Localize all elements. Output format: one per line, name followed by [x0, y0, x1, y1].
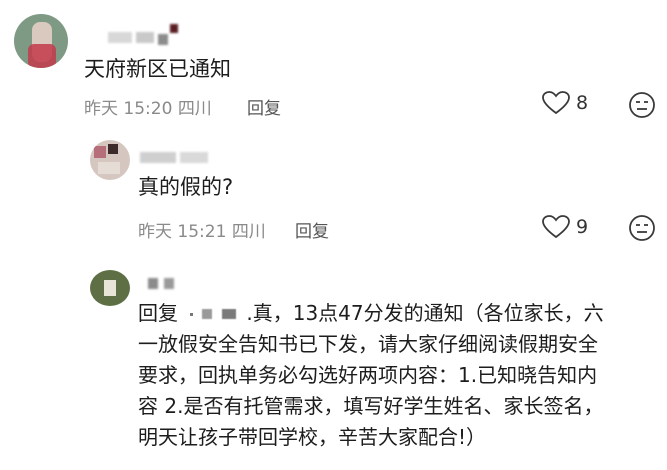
reply-line-4: 明天让孩子带回学校，辛苦大家配合!）: [138, 425, 487, 449]
comment-text: 天府新区已通知: [84, 57, 231, 81]
comment-text: 真的假的?: [138, 175, 234, 199]
neutral-face-icon: [629, 215, 655, 241]
comment-location: 四川: [231, 222, 266, 242]
avatar[interactable]: [14, 14, 68, 68]
emoji-reaction-button[interactable]: [628, 214, 656, 246]
heart-icon: [542, 215, 570, 239]
comment-time: 昨天 15:21: [138, 222, 227, 242]
reply-comment-text: 回复 .真，13点47分发的通知（各位家长，六 一放假安全告知书已下发，请大家仔…: [138, 298, 658, 453]
like-count: 9: [576, 216, 589, 238]
username[interactable]: [148, 276, 188, 290]
comment-location: 四川: [177, 99, 212, 119]
mentioned-username[interactable]: [184, 308, 246, 321]
heart-icon: [542, 91, 570, 115]
reply-line-1: 一放假安全告知书已下发，请大家仔细阅读假期安全: [138, 332, 598, 356]
like-button[interactable]: 8: [542, 91, 588, 115]
avatar[interactable]: [90, 270, 130, 306]
comment-meta: 昨天 15:21 四川: [138, 217, 266, 242]
reply-line: 回复 .真，13点47分发的通知（各位家长，六: [138, 298, 658, 329]
username[interactable]: [140, 150, 210, 164]
reply-line-3: 容 2.是否有托管需求，填写好学生姓名、家长签名，: [138, 394, 604, 418]
like-button[interactable]: 9: [542, 215, 588, 239]
reply-prefix: 回复: [138, 301, 178, 325]
avatar[interactable]: [90, 140, 130, 180]
reply-button[interactable]: 回复: [247, 94, 281, 119]
like-count: 8: [576, 92, 589, 114]
comment-time: 昨天 15:20: [84, 99, 173, 119]
reply-line-2: 要求，回执单务必勾选好两项内容：1.已知晓告知内: [138, 363, 598, 387]
neutral-face-icon: [629, 92, 655, 118]
reply-button[interactable]: 回复: [295, 217, 329, 242]
username[interactable]: [108, 24, 178, 45]
reply-line-0: .真，13点47分发的通知（各位家长，六: [246, 301, 604, 325]
comment-meta: 昨天 15:20 四川: [84, 94, 212, 119]
emoji-reaction-button[interactable]: [628, 91, 656, 123]
